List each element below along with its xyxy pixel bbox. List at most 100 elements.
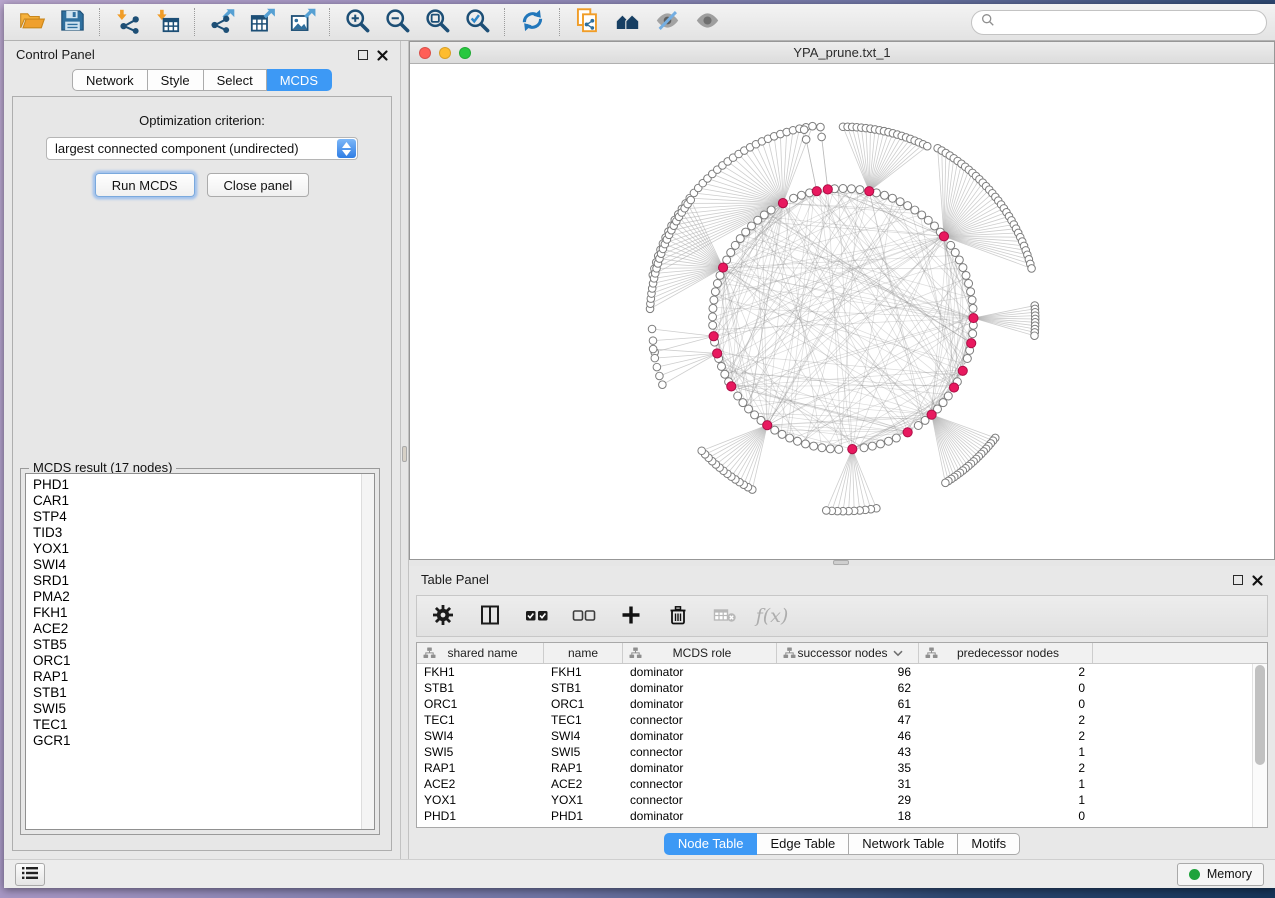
cell-name[interactable]: STB1	[544, 681, 623, 695]
cell-predecessor-nodes[interactable]: 2	[919, 665, 1093, 679]
cell-shared-name[interactable]: SWI4	[417, 729, 544, 743]
vertical-splitter[interactable]	[400, 41, 409, 859]
cell-name[interactable]: ACE2	[544, 777, 623, 791]
first-neighbors-button[interactable]	[607, 7, 647, 38]
add-column-button[interactable]	[617, 602, 645, 630]
cell-shared-name[interactable]: ACE2	[417, 777, 544, 791]
cell-shared-name[interactable]: FKH1	[417, 665, 544, 679]
cell-successor-nodes[interactable]: 62	[777, 681, 919, 695]
cell-successor-nodes[interactable]: 29	[777, 793, 919, 807]
mcds-result-item[interactable]: ORC1	[33, 653, 354, 669]
splitter-grip[interactable]	[833, 560, 849, 565]
cell-MCDS-role[interactable]: dominator	[623, 697, 777, 711]
table-row[interactable]: YOX1YOX1connector291	[417, 792, 1267, 808]
tab-network-table[interactable]: Network Table	[849, 833, 958, 855]
cell-predecessor-nodes[interactable]: 0	[919, 681, 1093, 695]
task-history-button[interactable]	[15, 863, 45, 886]
export-table-button[interactable]	[242, 7, 282, 38]
table-row[interactable]: PHD1PHD1dominator180	[417, 808, 1267, 824]
column-header-successor-nodes[interactable]: successor nodes	[777, 643, 919, 663]
export-network-button[interactable]	[202, 7, 242, 38]
close-panel-icon[interactable]	[1252, 574, 1263, 585]
cell-predecessor-nodes[interactable]: 1	[919, 745, 1093, 759]
deselect-all-rows-button[interactable]	[570, 602, 598, 630]
cell-shared-name[interactable]: RAP1	[417, 761, 544, 775]
mcds-result-item[interactable]: STP4	[33, 509, 354, 525]
cell-name[interactable]: ORC1	[544, 697, 623, 711]
select-all-rows-button[interactable]	[523, 602, 551, 630]
tab-node-table[interactable]: Node Table	[664, 833, 758, 855]
cell-MCDS-role[interactable]: connector	[623, 713, 777, 727]
table-row[interactable]: STB1STB1dominator620	[417, 680, 1267, 696]
cell-MCDS-role[interactable]: dominator	[623, 761, 777, 775]
cell-predecessor-nodes[interactable]: 2	[919, 761, 1093, 775]
cell-shared-name[interactable]: PHD1	[417, 809, 544, 823]
cell-successor-nodes[interactable]: 35	[777, 761, 919, 775]
table-row[interactable]: RAP1RAP1dominator352	[417, 760, 1267, 776]
cell-successor-nodes[interactable]: 47	[777, 713, 919, 727]
cell-successor-nodes[interactable]: 18	[777, 809, 919, 823]
cell-shared-name[interactable]: YOX1	[417, 793, 544, 807]
column-header-name[interactable]: name	[544, 643, 623, 663]
mcds-result-item[interactable]: ACE2	[33, 621, 354, 637]
cell-predecessor-nodes[interactable]: 0	[919, 809, 1093, 823]
mcds-result-item[interactable]: TEC1	[33, 717, 354, 733]
mcds-result-item[interactable]: SRD1	[33, 573, 354, 589]
cell-shared-name[interactable]: STB1	[417, 681, 544, 695]
table-scrollbar[interactable]	[1252, 664, 1267, 827]
cell-predecessor-nodes[interactable]: 1	[919, 777, 1093, 791]
cell-name[interactable]: SWI5	[544, 745, 623, 759]
column-header-MCDS-role[interactable]: MCDS role	[623, 643, 777, 663]
refresh-button[interactable]	[512, 7, 552, 38]
cell-name[interactable]: RAP1	[544, 761, 623, 775]
mcds-result-item[interactable]: STB5	[33, 637, 354, 653]
minimize-window-button[interactable]	[439, 47, 451, 59]
cell-MCDS-role[interactable]: connector	[623, 777, 777, 791]
mcds-result-item[interactable]: CAR1	[33, 493, 354, 509]
cell-MCDS-role[interactable]: dominator	[623, 681, 777, 695]
scrollbar-thumb[interactable]	[1255, 665, 1265, 765]
open-file-button[interactable]	[12, 7, 52, 38]
cell-successor-nodes[interactable]: 43	[777, 745, 919, 759]
mcds-result-item[interactable]: PMA2	[33, 589, 354, 605]
column-header-shared-name[interactable]: shared name	[417, 643, 544, 663]
table-row[interactable]: SWI5SWI5connector431	[417, 744, 1267, 760]
cell-predecessor-nodes[interactable]: 1	[919, 793, 1093, 807]
delete-column-button[interactable]	[664, 602, 692, 630]
zoom-fit-button[interactable]	[417, 7, 457, 38]
network-canvas[interactable]	[410, 64, 1274, 559]
mcds-result-item[interactable]: SWI4	[33, 557, 354, 573]
close-panel-icon[interactable]	[377, 49, 388, 60]
cell-name[interactable]: YOX1	[544, 793, 623, 807]
tab-select[interactable]: Select	[204, 69, 267, 91]
network-window-titlebar[interactable]: YPA_prune.txt_1	[410, 42, 1274, 64]
save-session-button[interactable]	[52, 7, 92, 38]
zoom-out-button[interactable]	[377, 7, 417, 38]
tab-network[interactable]: Network	[72, 69, 148, 91]
memory-button[interactable]: Memory	[1177, 863, 1264, 886]
mcds-result-item[interactable]: GCR1	[33, 733, 354, 749]
tab-mcds[interactable]: MCDS	[267, 69, 332, 91]
hide-selected-button[interactable]	[647, 7, 687, 38]
cell-name[interactable]: SWI4	[544, 729, 623, 743]
import-table-button[interactable]	[147, 7, 187, 38]
table-row[interactable]: ACE2ACE2connector311	[417, 776, 1267, 792]
cell-successor-nodes[interactable]: 46	[777, 729, 919, 743]
mcds-result-item[interactable]: YOX1	[33, 541, 354, 557]
cell-predecessor-nodes[interactable]: 2	[919, 729, 1093, 743]
cell-successor-nodes[interactable]: 61	[777, 697, 919, 711]
cell-shared-name[interactable]: ORC1	[417, 697, 544, 711]
cell-MCDS-role[interactable]: dominator	[623, 729, 777, 743]
copy-network-button[interactable]	[567, 7, 607, 38]
show-column-button[interactable]	[476, 602, 504, 630]
table-settings-button[interactable]	[429, 602, 457, 630]
mcds-list-scrollbar[interactable]	[361, 474, 374, 829]
column-menu-chevron-icon[interactable]	[893, 646, 903, 660]
close-panel-button[interactable]: Close panel	[207, 173, 310, 197]
mcds-result-item[interactable]: FKH1	[33, 605, 354, 621]
tab-edge-table[interactable]: Edge Table	[757, 833, 849, 855]
close-window-button[interactable]	[419, 47, 431, 59]
cell-name[interactable]: PHD1	[544, 809, 623, 823]
zoom-in-button[interactable]	[337, 7, 377, 38]
table-row[interactable]: FKH1FKH1dominator962	[417, 664, 1267, 680]
